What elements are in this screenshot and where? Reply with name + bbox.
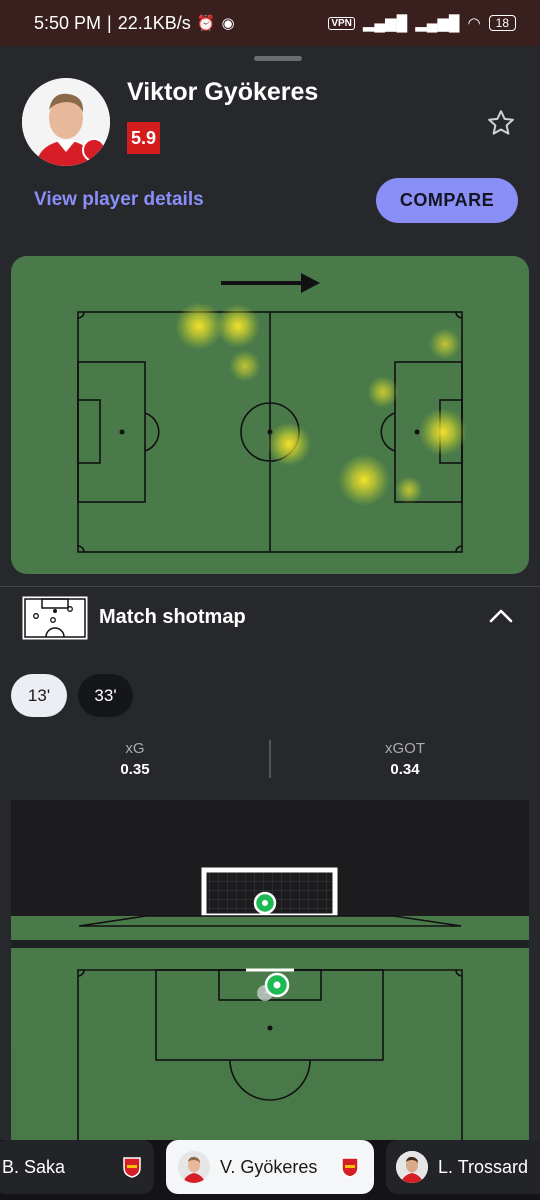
view-player-details-link[interactable]: View player details xyxy=(34,189,204,211)
xgot-stat: xGOT 0.34 xyxy=(325,740,485,778)
attack-direction-arrow-icon xyxy=(221,273,320,293)
player-card-name: B. Saka xyxy=(2,1156,66,1177)
signal-icon-2: ▂▄▆█ xyxy=(415,15,460,32)
player-mini-avatar xyxy=(178,1151,210,1183)
stat-divider xyxy=(269,740,271,778)
player-mini-avatar xyxy=(396,1151,428,1183)
player-card-name: V. Gyökeres xyxy=(220,1156,318,1177)
heatmap xyxy=(11,256,529,574)
shot-chip-13[interactable]: 13' xyxy=(11,674,67,717)
player-avatar xyxy=(22,78,110,166)
messenger-icon: ◉ xyxy=(221,15,235,32)
signal-icon: ▂▄▆█ xyxy=(362,15,408,32)
arsenal-crest-icon xyxy=(341,1157,359,1178)
player-card-trossard[interactable]: L. Trossard xyxy=(386,1140,540,1194)
xg-value: 0.35 xyxy=(120,761,150,778)
shotmap-pitch-icon xyxy=(22,596,88,640)
player-card-gyokeres[interactable]: V. Gyökeres xyxy=(166,1140,374,1194)
shotmap-title: Match shotmap xyxy=(99,606,246,628)
xg-stat: xG 0.35 xyxy=(55,740,215,778)
xgot-label: xGOT xyxy=(385,740,425,757)
battery-indicator: 18 xyxy=(488,15,516,31)
shot-on-target-marker xyxy=(253,891,277,915)
xg-label: xG xyxy=(125,740,145,757)
compare-button[interactable]: COMPARE xyxy=(376,178,518,223)
rating-badge: 5.9 xyxy=(127,122,160,154)
sheet-drag-handle[interactable] xyxy=(254,56,302,61)
arsenal-crest-icon xyxy=(123,1157,141,1178)
alarm-icon: ⏰ xyxy=(196,15,216,32)
shot-chip-33[interactable]: 33' xyxy=(78,674,133,717)
section-divider xyxy=(0,586,540,587)
player-card-name: L. Trossard xyxy=(438,1156,529,1177)
shot-goal-view xyxy=(11,800,529,1140)
player-name: Viktor Gyökeres xyxy=(127,78,319,106)
status-bar: 5:50 PM | 22.1KB/s ⏰ ◉ VPN ▂▄▆█ ▂▄▆█ ◠ 1… xyxy=(0,0,540,46)
xgot-value: 0.34 xyxy=(390,761,420,778)
collapse-chevron-up-icon[interactable] xyxy=(488,606,514,626)
player-card-saka[interactable]: B. Saka xyxy=(0,1140,154,1194)
favorite-star-icon[interactable] xyxy=(486,108,516,138)
status-time: 5:50 PM xyxy=(34,12,102,33)
vpn-badge: VPN xyxy=(328,16,355,30)
status-net-speed: 22.1KB/s xyxy=(117,12,191,33)
wifi-icon: ◠ xyxy=(467,15,481,32)
